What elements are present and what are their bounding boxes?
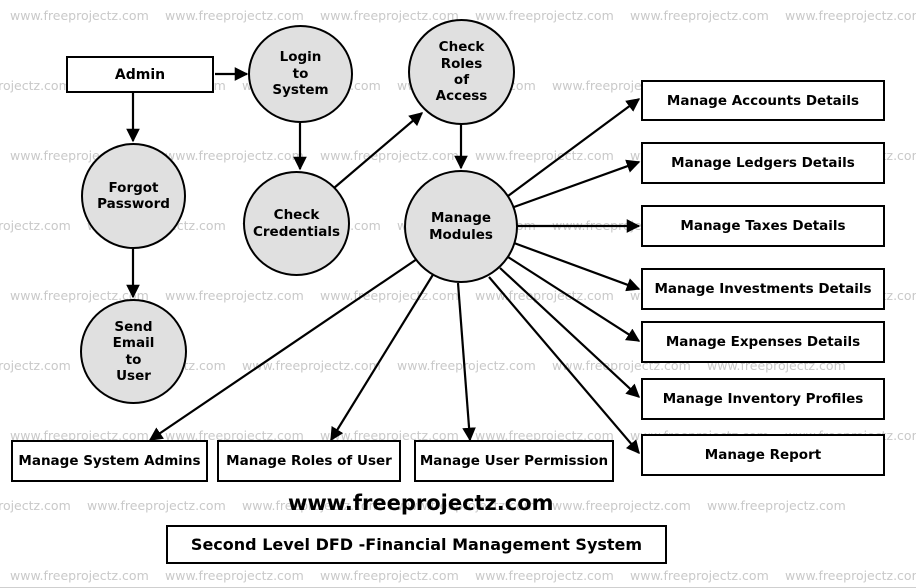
datastore-manage-expenses-details[interactable]: Manage Expenses Details (641, 321, 885, 363)
process-send-email-to-user[interactable]: Send Email to User (80, 299, 187, 404)
datastore-manage-user-permission-label: Manage User Permission (419, 453, 609, 469)
datastore-manage-expenses-details-label: Manage Expenses Details (665, 334, 861, 350)
datastore-manage-report-label: Manage Report (704, 447, 822, 463)
datastore-manage-inventory-profiles[interactable]: Manage Inventory Profiles (641, 378, 885, 420)
process-check-roles-of-access-label: Check Roles of Access (435, 39, 488, 105)
datastore-manage-inventory-profiles-label: Manage Inventory Profiles (662, 391, 864, 407)
process-check-credentials[interactable]: Check Credentials (243, 171, 350, 276)
process-manage-modules-label: Manage Modules (429, 210, 493, 243)
datastore-manage-accounts-details-label: Manage Accounts Details (666, 92, 860, 109)
flow-manage-modules-to-inventory (499, 267, 640, 398)
datastore-manage-system-admins-label: Manage System Admins (18, 453, 201, 469)
diagram-title-label: Second Level DFD -Financial Management S… (190, 535, 643, 554)
datastore-manage-investments-details-label: Manage Investments Details (654, 281, 872, 297)
process-check-credentials-label: Check Credentials (252, 207, 340, 240)
diagram-title-box: Second Level DFD -Financial Management S… (166, 525, 667, 564)
datastore-manage-roles-of-user-label: Manage Roles of User (226, 453, 392, 469)
flow-manage-modules-to-roles-of-user (330, 272, 435, 442)
datastore-manage-user-permission[interactable]: Manage User Permission (414, 440, 614, 482)
datastore-manage-investments-details[interactable]: Manage Investments Details (641, 268, 885, 310)
flow-check-credentials-to-check-roles (333, 112, 424, 189)
datastore-manage-system-admins[interactable]: Manage System Admins (11, 440, 208, 482)
flow-manage-modules-to-report (488, 276, 640, 455)
external-entity-admin-label: Admin (114, 66, 166, 83)
flow-manage-modules-to-system-admins (148, 258, 418, 441)
datastore-manage-ledgers-details[interactable]: Manage Ledgers Details (641, 142, 885, 184)
dfd-diagram-canvas: www.freeprojectz.com www.freeprojectz.com… (0, 0, 916, 588)
process-forgot-password[interactable]: Forgot Password (81, 143, 186, 249)
external-entity-admin[interactable]: Admin (66, 56, 214, 93)
flow-manage-modules-to-accounts (507, 98, 641, 197)
process-login-to-system-label: Login to System (272, 49, 329, 99)
process-forgot-password-label: Forgot Password (97, 179, 170, 212)
datastore-manage-accounts-details[interactable]: Manage Accounts Details (641, 80, 885, 121)
process-check-roles-of-access[interactable]: Check Roles of Access (408, 19, 515, 125)
brand-text: www.freeprojectz.com (288, 491, 554, 515)
process-manage-modules[interactable]: Manage Modules (404, 170, 518, 283)
datastore-manage-report[interactable]: Manage Report (641, 434, 885, 476)
process-send-email-to-user-label: Send Email to User (112, 318, 155, 384)
process-login-to-system[interactable]: Login to System (248, 25, 353, 123)
datastore-manage-roles-of-user[interactable]: Manage Roles of User (217, 440, 401, 482)
flow-manage-modules-to-investments (513, 241, 641, 292)
datastore-manage-taxes-details[interactable]: Manage Taxes Details (641, 205, 885, 247)
flow-manage-modules-to-ledgers (513, 159, 641, 209)
datastore-manage-taxes-details-label: Manage Taxes Details (680, 218, 846, 234)
flow-manage-modules-to-user-permission (456, 282, 476, 442)
flow-manage-modules-to-expenses (507, 256, 641, 342)
datastore-manage-ledgers-details-label: Manage Ledgers Details (671, 155, 855, 171)
